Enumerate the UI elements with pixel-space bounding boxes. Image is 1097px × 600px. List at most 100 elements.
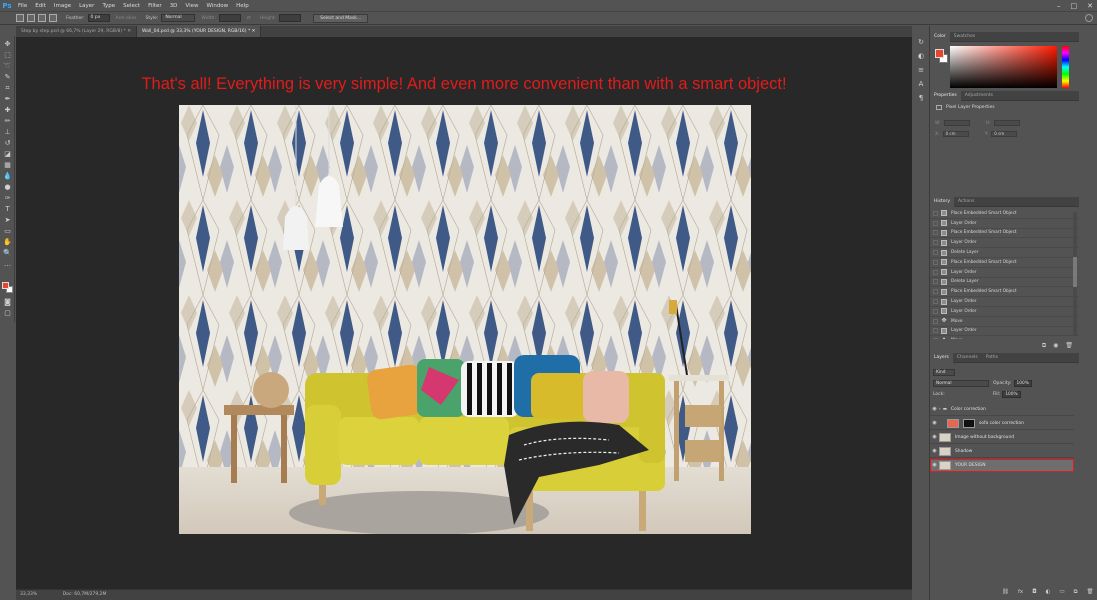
quick-select-tool-icon[interactable]: ✎: [3, 73, 12, 82]
layer-row[interactable]: ◉ sofa color correction: [930, 417, 1074, 430]
subtract-selection-icon[interactable]: [38, 14, 46, 22]
foreground-color-swatch[interactable]: [935, 49, 944, 58]
dodge-tool-icon[interactable]: ●: [3, 183, 12, 192]
add-mask-icon[interactable]: ◘: [1032, 589, 1036, 596]
tab-adjustments[interactable]: Adjustments: [961, 91, 997, 101]
history-item[interactable]: Layer Order: [930, 268, 1079, 278]
width-input[interactable]: [218, 14, 241, 22]
tab-channels[interactable]: Channels: [953, 353, 982, 363]
layer-kind-filter[interactable]: Kind: [933, 368, 955, 376]
color-picker-field[interactable]: [950, 46, 1057, 88]
layer-mask-thumbnail[interactable]: [963, 418, 975, 428]
history-item[interactable]: Layer Order: [930, 219, 1079, 229]
new-group-icon[interactable]: ▭: [1059, 589, 1064, 596]
visibility-eye-icon[interactable]: ◉: [930, 406, 939, 412]
blur-tool-icon[interactable]: 💧: [3, 172, 12, 181]
link-layers-icon[interactable]: ⛓: [1002, 589, 1009, 596]
tab-history[interactable]: History: [930, 196, 955, 207]
menu-help[interactable]: Help: [236, 3, 249, 9]
stamp-tool-icon[interactable]: ⊥: [3, 128, 12, 137]
add-selection-icon[interactable]: [27, 14, 35, 22]
history-item[interactable]: Layer Order: [930, 307, 1079, 317]
feather-input[interactable]: 0 px: [87, 14, 110, 22]
lasso-tool-icon[interactable]: ➰: [3, 62, 12, 71]
visibility-eye-icon[interactable]: ◉: [930, 462, 939, 468]
maximize-button[interactable]: □: [1071, 2, 1078, 10]
brush-tool-icon[interactable]: ✏: [3, 117, 12, 126]
menu-type[interactable]: Type: [102, 3, 115, 9]
tab-color[interactable]: Color: [930, 31, 950, 42]
menu-image[interactable]: Image: [54, 3, 71, 9]
history-source-checkbox[interactable]: [933, 318, 938, 324]
menu-layer[interactable]: Layer: [79, 3, 94, 9]
history-item[interactable]: Place Embedded Smart Object: [930, 287, 1079, 298]
menu-edit[interactable]: Edit: [35, 3, 46, 9]
history-scrollbar[interactable]: [1073, 212, 1077, 336]
tab-step-by-step[interactable]: Step by step.psd @ 66,7% (Layer 29, RGB/…: [16, 26, 137, 37]
adjustment-layer-icon[interactable]: ◐: [1046, 589, 1051, 596]
tab-properties[interactable]: Properties: [930, 90, 961, 101]
history-panel-icon[interactable]: ↻: [917, 38, 925, 46]
pen-tool-icon[interactable]: ✑: [3, 194, 12, 203]
visibility-eye-icon[interactable]: ◉: [930, 434, 939, 440]
close-button[interactable]: ✕: [1087, 2, 1093, 10]
history-source-checkbox[interactable]: [933, 289, 938, 295]
more-tools-icon[interactable]: …: [3, 260, 12, 269]
history-source-checkbox[interactable]: [933, 308, 938, 314]
layer-row[interactable]: ◉ Shadow: [930, 445, 1074, 458]
history-item[interactable]: Delete Layer: [930, 248, 1079, 258]
history-source-checkbox[interactable]: [933, 279, 938, 285]
snapshot-icon[interactable]: ◉: [1053, 342, 1058, 350]
history-source-checkbox[interactable]: [933, 299, 938, 305]
move-tool-icon[interactable]: ✥: [3, 40, 12, 49]
shape-tool-icon[interactable]: ▭: [3, 227, 12, 236]
crop-tool-icon[interactable]: ⌗: [3, 84, 12, 93]
history-item[interactable]: Place Embedded Smart Object: [930, 209, 1079, 219]
delete-layer-icon[interactable]: 🗑: [1087, 589, 1094, 596]
history-source-checkbox[interactable]: [933, 259, 938, 265]
history-item[interactable]: Place Embedded Smart Object: [930, 229, 1079, 239]
history-scroll-thumb[interactable]: [1073, 257, 1077, 287]
menu-filter[interactable]: Filter: [148, 3, 162, 9]
eraser-tool-icon[interactable]: ◪: [3, 150, 12, 159]
gradient-tool-icon[interactable]: ▦: [3, 161, 12, 170]
tab-wall-04[interactable]: Wall_04.psd @ 33,3% (YOUR DESIGN, RGB/16…: [136, 26, 262, 37]
tab-swatches[interactable]: Swatches: [950, 32, 980, 42]
history-source-checkbox[interactable]: [933, 328, 938, 334]
minimize-button[interactable]: –: [1057, 2, 1061, 10]
screen-mode-icon[interactable]: ▢: [3, 309, 12, 318]
history-source-checkbox[interactable]: [933, 269, 938, 275]
style-select[interactable]: Normal: [161, 14, 196, 22]
eyedropper-tool-icon[interactable]: ✒: [3, 95, 12, 104]
width-field[interactable]: [943, 120, 970, 126]
path-select-tool-icon[interactable]: ➤: [3, 216, 12, 225]
menu-select[interactable]: Select: [123, 3, 140, 9]
height-input[interactable]: [279, 14, 302, 22]
character-panel-icon[interactable]: A: [917, 80, 925, 88]
history-item[interactable]: Place Embedded Smart Object: [930, 258, 1079, 268]
align-panel-icon[interactable]: ≡: [917, 66, 925, 74]
history-item[interactable]: ✥ Move: [930, 317, 1079, 327]
menu-3d[interactable]: 3D: [170, 3, 178, 9]
swap-icon[interactable]: ⇄: [247, 16, 251, 21]
blend-mode-select[interactable]: Normal: [933, 379, 989, 387]
hue-slider[interactable]: [1062, 46, 1069, 88]
tab-actions[interactable]: Actions: [954, 197, 978, 207]
intersect-selection-icon[interactable]: [49, 14, 57, 22]
hand-tool-icon[interactable]: ✋: [3, 238, 12, 247]
x-field[interactable]: 0 cm: [942, 131, 969, 137]
interior-mockup-image[interactable]: [179, 105, 751, 534]
layer-style-icon[interactable]: fx: [1018, 589, 1023, 596]
tab-layers[interactable]: Layers: [930, 352, 953, 363]
chevron-right-icon[interactable]: ›: [939, 407, 941, 412]
canvas-area[interactable]: That's all! Everything is very simple! A…: [16, 37, 912, 589]
fill-input[interactable]: 100%: [1002, 390, 1021, 398]
history-source-checkbox[interactable]: [933, 240, 938, 246]
history-source-checkbox[interactable]: [933, 250, 938, 256]
y-field[interactable]: 0 cm: [991, 131, 1018, 137]
layer-row[interactable]: ◉ YOUR DESIGN: [930, 459, 1074, 472]
healing-tool-icon[interactable]: ✚: [3, 106, 12, 115]
history-item[interactable]: ✥ Move: [930, 336, 1079, 339]
select-and-mask-button[interactable]: Select and Mask...: [313, 13, 369, 23]
opacity-input[interactable]: 100%: [1013, 379, 1032, 387]
